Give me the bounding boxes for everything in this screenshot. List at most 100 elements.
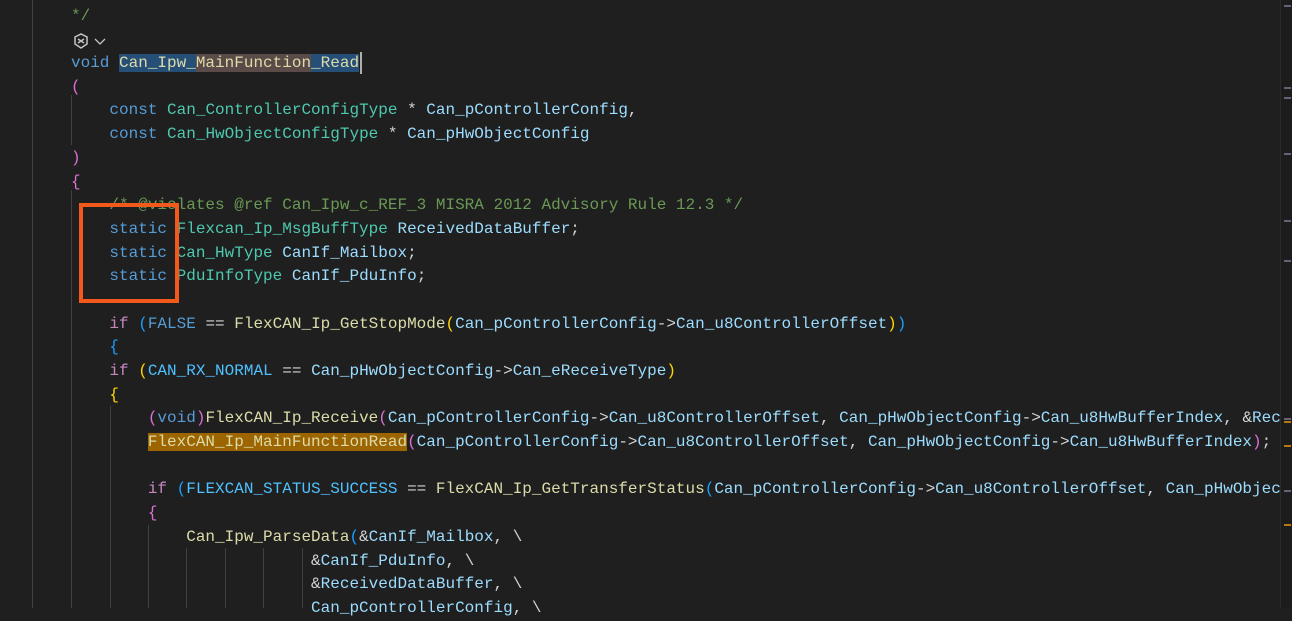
code-token: Can_pControllerConfig <box>416 433 619 452</box>
code-line[interactable]: const Can_ControllerConfigType * Can_pCo… <box>71 99 1281 123</box>
code-line[interactable]: static Flexcan_Ip_MsgBuffType ReceivedDa… <box>71 218 1281 242</box>
code-line[interactable]: static PduInfoType CanIf_PduInfo; <box>71 265 1281 289</box>
code-token: ) <box>896 314 907 333</box>
code-line[interactable]: ( <box>71 76 1281 100</box>
code-token: CAN_RX_NORMAL <box>147 362 273 380</box>
code-token: -> <box>493 362 513 380</box>
code-token: Can_u8ControllerOffset <box>608 409 820 428</box>
code-token: Can_pControllerConfig <box>714 480 916 499</box>
code-token: FlexCAN_Ip_GetStopMode <box>234 314 446 333</box>
code-token: const <box>109 125 158 144</box>
code-line[interactable] <box>71 28 1281 52</box>
code-token: Can_u8HwBufferIndex <box>1069 433 1253 452</box>
code-token: Polling Rx indication <box>167 0 417 1</box>
code-token: == <box>272 362 312 380</box>
minimap-scrollbar[interactable] <box>1280 0 1292 608</box>
code-token: void <box>157 409 196 428</box>
code-line[interactable]: (void)FlexCAN_Ip_Receive(Can_pController… <box>71 407 1281 431</box>
code-line[interactable]: const Can_HwObjectConfigType * Can_pHwOb… <box>71 123 1281 147</box>
code-token: ) <box>195 409 206 428</box>
code-line[interactable]: if (CAN_RX_NORMAL == Can_pHwObjectConfig… <box>71 360 1281 384</box>
code-line[interactable]: if (FLEXCAN_STATUS_SUCCESS == FlexCAN_Ip… <box>71 478 1281 502</box>
code-token: , <box>848 433 868 452</box>
code-token: ( <box>71 77 81 96</box>
code-token: , \ <box>493 575 523 594</box>
code-editor[interactable]: @brief Polling Rx indication */ void Can_I… <box>71 0 1281 621</box>
code-line[interactable]: Can_Ipw_ParseData(&CanIf_Mailbox, \ <box>71 526 1281 550</box>
code-token: -> <box>589 409 609 428</box>
code-token: * <box>378 125 408 144</box>
code-token: MainFunction <box>195 54 312 73</box>
code-line[interactable]: */ <box>71 5 1281 29</box>
code-line[interactable]: static Can_HwType CanIf_Mailbox; <box>71 242 1281 266</box>
codelens[interactable] <box>72 33 106 49</box>
code-line[interactable]: { <box>71 384 1281 408</box>
code-line[interactable] <box>71 289 1281 313</box>
code-token: { <box>109 385 120 404</box>
code-token: -> <box>656 314 676 333</box>
code-line[interactable] <box>71 455 1281 479</box>
code-token: ) <box>1252 433 1262 452</box>
code-token: ( <box>704 480 715 499</box>
code-line[interactable]: FlexCAN_Ip_MainFunctionRead(Can_pControl… <box>71 431 1281 455</box>
code-token: const <box>109 101 158 120</box>
code-line[interactable]: ) <box>71 147 1281 171</box>
code-token: Rec <box>1252 409 1281 428</box>
code-token: CanIf_PduInfo <box>291 267 417 286</box>
code-line[interactable]: if (FALSE == FlexCAN_Ip_GetStopMode(Can_… <box>71 313 1281 337</box>
code-line[interactable]: { <box>71 336 1281 360</box>
code-token: ReceivedDataBuffer <box>397 219 571 238</box>
code-token: Can_pHwObjec <box>1165 480 1281 499</box>
code-line[interactable]: &CanIf_PduInfo, \ <box>71 550 1281 574</box>
code-line[interactable]: Can_pControllerConfig, \ <box>71 597 1281 621</box>
code-token: -> <box>618 433 638 452</box>
code-line[interactable]: &ReceivedDataBuffer, \ <box>71 573 1281 597</box>
code-token: FALSE <box>147 314 196 333</box>
copilot-icon[interactable] <box>72 33 90 49</box>
code-token: * <box>397 101 427 120</box>
code-token: void <box>71 54 110 73</box>
code-token: ; <box>407 243 417 262</box>
code-token: Can_pHwObjectConfig <box>407 125 590 144</box>
code-token: ( <box>378 409 388 428</box>
code-token: if <box>109 362 129 380</box>
code-token: ( <box>407 433 417 452</box>
code-line[interactable]: { <box>71 502 1281 526</box>
indent-guide <box>32 0 33 608</box>
code-token: -> <box>1021 409 1041 428</box>
code-token: ; <box>1261 433 1272 452</box>
code-token: if <box>147 480 168 499</box>
code-token: , <box>819 409 840 428</box>
code-token: ) <box>666 362 676 380</box>
code-token: ; <box>570 219 580 238</box>
code-line[interactable]: void Can_Ipw_MainFunction_Read <box>71 52 1281 76</box>
code-token: & <box>311 551 321 570</box>
code-token: ( <box>138 362 148 380</box>
code-token: Can_eReceiveType <box>512 362 667 380</box>
code-token: , \ <box>493 527 523 546</box>
code-token: Can_pControllerConfig <box>426 101 628 120</box>
code-token: CanIf_Mailbox <box>368 527 494 546</box>
code-token: Can_Ipw_ <box>119 54 196 73</box>
code-token: Can_ControllerConfigType <box>167 101 398 120</box>
code-token: Can_u8ControllerOffset <box>637 433 849 452</box>
chevron-down-icon[interactable] <box>94 36 106 46</box>
code-token: & <box>359 527 369 546</box>
code-token: /* @violates @ref Can_Ipw_c_REF_3 MISRA … <box>109 196 744 215</box>
code-line[interactable]: /* @violates @ref Can_Ipw_c_REF_3 MISRA … <box>71 194 1281 218</box>
code-line[interactable]: { <box>71 171 1281 195</box>
code-token: @brief <box>109 0 167 1</box>
code-token: , & <box>1223 409 1253 428</box>
